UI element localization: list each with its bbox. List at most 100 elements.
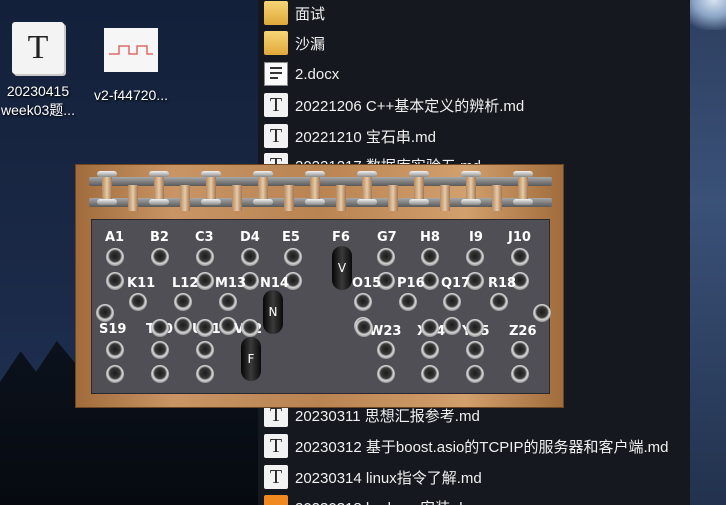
plugboard-rod (388, 185, 398, 211)
plugboard-cap (305, 171, 325, 177)
plugboard-rod (492, 185, 502, 211)
plug-label-n: N (268, 305, 278, 319)
socket-c[interactable] (196, 248, 214, 266)
plugboard-cap (461, 171, 481, 177)
file-row[interactable]: 面试 (264, 0, 325, 28)
desktop-icon-label-line1: 20230415 (6, 83, 70, 99)
socket-o[interactable] (354, 293, 372, 311)
plugboard-cap (461, 199, 481, 205)
socket-x-lower[interactable] (421, 365, 439, 383)
plugboard-rod (440, 185, 450, 211)
desktop-icon-label-line1: v2-f44720... (94, 87, 168, 103)
plugboard-cap (357, 199, 377, 205)
file-name: 2.docx (295, 65, 340, 83)
socket-z-lower[interactable] (511, 365, 529, 383)
socket-r[interactable] (490, 293, 508, 311)
socket-t[interactable] (151, 341, 169, 359)
socket-s-lower[interactable] (106, 365, 124, 383)
document-icon (264, 495, 288, 505)
plugboard-cap (201, 199, 221, 205)
file-row[interactable]: T 20221206 C++基本定义的辨析.md (264, 90, 524, 120)
socket-y-upper[interactable] (466, 319, 484, 337)
key-label-q: Q17 (441, 276, 471, 291)
key-label-p: P16 (397, 276, 425, 291)
socket-w-lower[interactable] (377, 365, 395, 383)
key-label-c: C3 (195, 230, 214, 245)
socket-e[interactable] (284, 248, 302, 266)
socket-q[interactable] (443, 293, 461, 311)
key-label-w: W23 (369, 324, 402, 339)
socket-w[interactable] (377, 341, 395, 359)
socket-x-upper[interactable] (421, 319, 439, 337)
desktop-icon-label: 20230415 week03题... (0, 82, 76, 120)
socket-u-upper[interactable] (196, 319, 214, 337)
plugboard-cap (305, 199, 325, 205)
socket-j[interactable] (511, 248, 529, 266)
file-row[interactable]: T 20230314 linux指令了解.md (264, 462, 482, 492)
file-row[interactable]: T 20221210 宝石串.md (264, 121, 436, 151)
socket-m[interactable] (219, 293, 237, 311)
socket-p[interactable] (399, 293, 417, 311)
socket-h[interactable] (421, 248, 439, 266)
socket-s-upper[interactable] (96, 304, 114, 322)
socket-d[interactable] (241, 248, 259, 266)
file-row[interactable]: 2.docx (264, 59, 339, 89)
plug-cable-n[interactable]: N (263, 290, 283, 334)
socket-z-upper[interactable] (533, 304, 551, 322)
socket-a[interactable] (106, 248, 124, 266)
plug-label-f: F (247, 352, 255, 366)
plugboard-window[interactable]: A1 B2 C3 D4 E5 F6 G7 H8 I9 J10 K11 L12 M… (75, 164, 564, 408)
socket-y[interactable] (466, 341, 484, 359)
plugboard-cap (253, 171, 273, 177)
key-label-d: D4 (240, 230, 260, 245)
moon-glow (690, 0, 726, 30)
file-row[interactable]: 沙漏 (264, 28, 325, 58)
desktop-icon-typora-file[interactable]: T 20230415 week03题... (0, 22, 76, 120)
key-label-k: K11 (127, 276, 156, 291)
socket-k[interactable] (129, 293, 147, 311)
plugboard-rod (232, 185, 242, 211)
key-label-n: N14 (260, 276, 289, 291)
key-label-a: A1 (105, 230, 125, 245)
socket-g[interactable] (377, 248, 395, 266)
socket-c-lower[interactable] (196, 272, 214, 290)
file-name: 20221206 C++基本定义的辨析.md (295, 97, 525, 115)
socket-l[interactable] (174, 293, 192, 311)
key-label-z: Z26 (509, 324, 537, 339)
socket-t-lower[interactable] (151, 365, 169, 383)
file-row[interactable]: T 20230312 基于boost.asio的TCPIP的服务器和客户端.md (264, 431, 668, 461)
socket-y-lower[interactable] (466, 365, 484, 383)
socket-u-lower[interactable] (196, 365, 214, 383)
key-label-s: S19 (99, 322, 127, 337)
file-row[interactable]: 20230318 hadoop 安装.docx (264, 492, 486, 505)
image-thumbnail-icon (104, 28, 158, 72)
socket-s[interactable] (106, 341, 124, 359)
plug-cable-f[interactable]: F (241, 337, 261, 381)
socket-q-lower[interactable] (443, 317, 461, 335)
socket-x[interactable] (421, 341, 439, 359)
socket-a-lower[interactable] (106, 272, 124, 290)
plugboard-cap (253, 199, 273, 205)
plugboard-cap (149, 199, 169, 205)
file-name: 面试 (295, 5, 326, 23)
plugboard-rod (284, 185, 294, 211)
typora-icon: T (264, 465, 288, 489)
plugboard-rod (180, 185, 190, 211)
file-name: 20230312 基于boost.asio的TCPIP的服务器和客户端.md (295, 438, 669, 456)
socket-l-lower[interactable] (174, 317, 192, 335)
plugboard-cap (97, 199, 117, 205)
plug-label-v: V (337, 261, 347, 275)
plug-cable-v[interactable]: V (332, 246, 352, 290)
plugboard-rod (336, 185, 346, 211)
socket-u[interactable] (196, 341, 214, 359)
socket-t-upper[interactable] (151, 319, 169, 337)
plugboard-cap (357, 171, 377, 177)
desktop-icon-image-file[interactable]: v2-f44720... (88, 28, 174, 105)
socket-z[interactable] (511, 341, 529, 359)
key-label-o: O15 (352, 276, 382, 291)
socket-w-upper[interactable] (355, 319, 373, 337)
socket-i[interactable] (466, 248, 484, 266)
file-name: 20230318 hadoop 安装.docx (295, 497, 486, 505)
socket-b[interactable] (151, 248, 169, 266)
socket-v-upper[interactable] (241, 319, 259, 337)
